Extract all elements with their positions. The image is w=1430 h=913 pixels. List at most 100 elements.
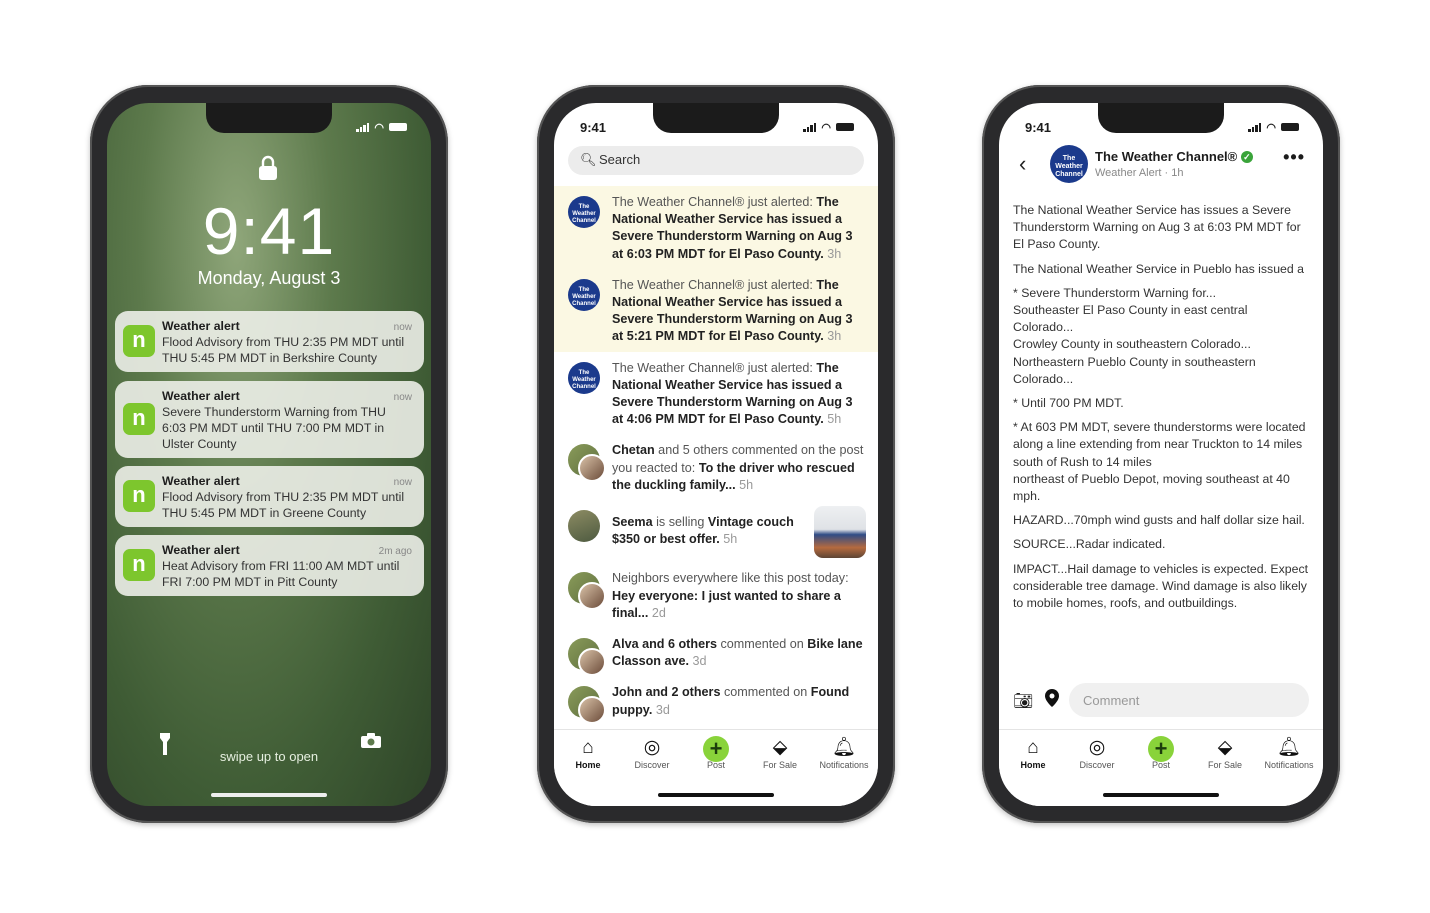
notifications-screen: 9:41 ◠ 🔍︎ Search The Weather Channel The Wea… <box>554 103 878 806</box>
notch <box>1098 103 1224 133</box>
tab-label: Home <box>575 760 601 770</box>
text-segment: The Weather Channel® just alerted: <box>612 195 817 209</box>
verified-icon: ✓ <box>1240 151 1253 163</box>
home-indicator[interactable] <box>211 793 327 797</box>
app-icon: n <box>123 480 155 512</box>
notification-text: The Weather Channel® just alerted: The N… <box>612 277 864 346</box>
notification-item[interactable]: Alva and 6 others commented on Bike lane… <box>554 628 878 677</box>
notification-time: now <box>393 392 412 403</box>
author-name[interactable]: The Weather Channel® ✓ <box>1095 149 1253 164</box>
lock-screen: ◠ 9:41 Monday, August 3 n Weather alert no… <box>107 103 431 806</box>
notification-item[interactable]: The Weather Channel The Weather Channel® ju… <box>554 268 878 352</box>
lock-date: Monday, August 3 <box>197 268 341 288</box>
notification-card[interactable]: n Weather alert now Flood Advisory from THU… <box>115 311 424 372</box>
text-segment: commented on <box>720 685 811 700</box>
notification-text: Neighbors everywhere like this post toda… <box>612 570 864 622</box>
notification-text: The Weather Channel® just alerted: The N… <box>612 360 864 429</box>
notification-body: Severe Thunderstorm Warning from THU 6:0… <box>162 405 386 451</box>
notification-time: 2m ago <box>378 546 412 557</box>
post-paragraph: IMPACT...Hail damage to vehicles is expe… <box>1013 561 1309 611</box>
compass-icon: ◎ <box>1088 737 1106 758</box>
battery-icon <box>389 123 407 131</box>
listing-thumbnail <box>814 506 866 559</box>
post-paragraph: * At 603 PM MDT, severe thunderstorms we… <box>1013 420 1306 504</box>
bell-icon: 🔔︎ <box>1276 737 1302 758</box>
plus-icon: + <box>1129 736 1193 762</box>
phone-post-detail: 9:41 ◠ ‹ The Weather Channel The Weather… <box>982 85 1340 823</box>
home-indicator[interactable] <box>658 793 774 797</box>
wifi-icon: ◠ <box>1266 121 1276 134</box>
notification-item[interactable]: Seema is selling Vintage couch $350 or b… <box>554 500 878 562</box>
comment-placeholder: Comment <box>1083 693 1140 708</box>
signal-icon <box>356 122 370 132</box>
battery-icon <box>836 123 854 131</box>
comment-input[interactable]: Comment <box>1069 683 1309 717</box>
notification-body: Flood Advisory from THU 2:35 PM MDT unti… <box>162 490 405 520</box>
notch <box>206 103 332 133</box>
timestamp: 3h <box>823 329 842 344</box>
tab-label: Notifications <box>819 760 869 770</box>
camera-icon[interactable] <box>361 733 381 748</box>
notification-item[interactable]: The Weather Channel The Weather Channel® ju… <box>554 186 878 269</box>
tab-home[interactable]: ⌂ Home <box>556 736 620 806</box>
bell-icon: 🔔︎ <box>831 737 857 758</box>
text-segment: commented on <box>716 637 808 652</box>
user-avatar-group <box>568 686 606 725</box>
user-avatar-group <box>568 444 606 483</box>
text-segment: The Weather Channel® just alerted: <box>612 360 817 375</box>
home-indicator[interactable] <box>1103 793 1219 797</box>
post-paragraph: * Severe Thunderstorm Warning for... Sou… <box>1013 285 1256 386</box>
notification-title: Weather alert <box>162 319 240 333</box>
notification-title: Weather alert <box>162 389 240 403</box>
plus-icon: + <box>684 736 748 762</box>
lock-icon <box>259 155 277 180</box>
author-avatar[interactable]: The Weather Channel <box>1050 145 1088 183</box>
notification-title: Weather alert <box>162 474 240 488</box>
wifi-icon: ◠ <box>821 121 831 134</box>
weather-channel-avatar: The Weather Channel <box>568 361 600 394</box>
tab-label: For Sale <box>762 760 797 770</box>
notification-item[interactable]: The Weather Channel The Weather Channel® ju… <box>554 352 878 435</box>
post-paragraph: The National Weather Service has issues … <box>1013 203 1301 252</box>
author-name-text: The Weather Channel® <box>1095 149 1238 164</box>
tab-home[interactable]: ⌂ Home <box>1001 736 1065 806</box>
timestamp: 2d <box>648 605 666 620</box>
notification-text: John and 2 others commented on Found pup… <box>612 684 864 718</box>
notification-card[interactable]: n Weather alert now Severe Thunderstorm War… <box>115 381 424 458</box>
timestamp: 3h <box>823 246 842 261</box>
timestamp: 5h <box>719 532 738 547</box>
notification-body: Flood Advisory from THU 2:35 PM MDT unti… <box>162 335 405 365</box>
tag-icon: ⬙ <box>1217 737 1233 758</box>
location-pin-icon[interactable] <box>1045 689 1059 707</box>
app-icon: n <box>123 549 155 581</box>
signal-icon <box>803 122 817 132</box>
signal-icon <box>1248 122 1262 132</box>
notification-item[interactable]: Neighbors everywhere like this post toda… <box>554 562 878 628</box>
tab-label: Home <box>1020 760 1046 770</box>
text-segment: Chetan <box>612 443 655 458</box>
timestamp: 5h <box>735 477 754 492</box>
back-chevron-icon[interactable]: ‹ <box>1019 151 1026 177</box>
notification-text: The Weather Channel® just alerted: The N… <box>612 194 864 263</box>
tab-label: Notifications <box>1264 760 1314 770</box>
home-icon: ⌂ <box>1027 737 1039 758</box>
weather-channel-avatar: The Weather Channel <box>568 278 600 311</box>
post-body: The National Weather Service has issues … <box>1013 202 1311 619</box>
tab-label: Post <box>706 760 725 770</box>
user-avatar <box>568 510 600 543</box>
notification-item[interactable]: John and 2 others commented on Found pup… <box>554 676 878 725</box>
tab-notifications[interactable]: 🔔︎ Notifications <box>812 736 876 806</box>
camera-icon[interactable]: 📷︎ <box>1013 691 1033 711</box>
text-segment: Neighbors everywhere like this post toda… <box>612 571 849 586</box>
tab-notifications[interactable]: 🔔︎ Notifications <box>1257 736 1321 806</box>
notification-card[interactable]: n Weather alert now Flood Advisory from THU… <box>115 466 424 527</box>
text-segment: The Weather Channel® just alerted: <box>612 277 817 292</box>
notification-item[interactable]: Chetan and 5 others commented on the pos… <box>554 434 878 500</box>
notification-card[interactable]: n Weather alert 2m ago Heat Advisory from F… <box>115 535 424 596</box>
text-segment: John and 2 others <box>612 685 721 700</box>
search-input[interactable]: 🔍︎ Search <box>568 146 864 175</box>
post-subtitle: Weather Alert · 1h <box>1095 167 1184 179</box>
more-options-icon[interactable]: ••• <box>1283 147 1305 168</box>
text-segment: Seema <box>612 515 653 530</box>
phone-notifications: 9:41 ◠ 🔍︎ Search The Weather Channel The Wea… <box>537 85 895 823</box>
